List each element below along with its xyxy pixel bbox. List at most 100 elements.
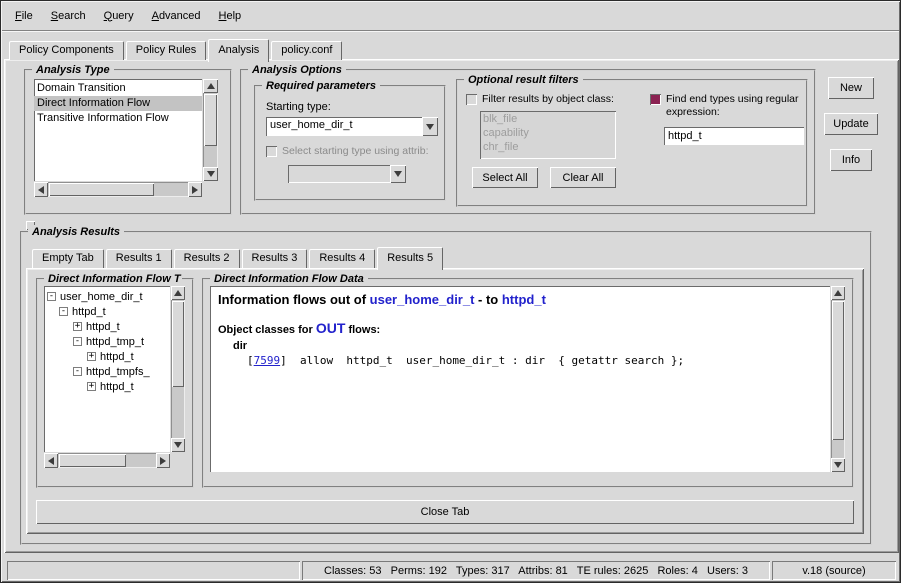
tab-analysis[interactable]: Analysis	[208, 39, 269, 62]
tree-node-label[interactable]: httpd_t	[100, 351, 134, 363]
tree-expander-icon[interactable]: +	[87, 382, 96, 391]
list-item[interactable]: Domain Transition	[34, 81, 202, 96]
scroll-thumb[interactable]	[49, 183, 154, 196]
regex-input[interactable]	[664, 127, 804, 145]
scroll-thumb[interactable]	[172, 301, 184, 387]
menu-search[interactable]: Search	[42, 7, 95, 25]
starting-type-combobox[interactable]: user_home_dir_t	[266, 117, 438, 136]
tree-node-label[interactable]: httpd_t	[100, 381, 134, 393]
flow-heading: Information flows out of user_home_dir_t…	[218, 292, 824, 307]
tree-node-label[interactable]: httpd_t	[86, 321, 120, 333]
scroll-down-icon[interactable]	[171, 438, 185, 452]
scroll-thumb[interactable]	[832, 301, 844, 440]
list-item[interactable]: Transitive Information Flow	[34, 111, 202, 126]
tab-policy-rules[interactable]: Policy Rules	[126, 41, 207, 60]
tab-empty-tab[interactable]: Empty Tab	[32, 249, 104, 268]
tree-node-label[interactable]: user_home_dir_t	[60, 291, 143, 303]
results-panel: Direct Information Flow T - user_home_di…	[26, 268, 864, 534]
tree-node[interactable]: - user_home_dir_t	[44, 289, 170, 304]
flow-tree-title: Direct Information Flow T	[44, 272, 182, 286]
scroll-down-icon[interactable]	[831, 458, 845, 472]
tab-policy-conf[interactable]: policy.conf	[271, 41, 342, 60]
analysis-type-hscrollbar[interactable]	[34, 182, 202, 197]
tree-expander-icon[interactable]: -	[73, 367, 82, 376]
attrib-checkbox-row: Select starting type using attrib:	[266, 145, 442, 158]
main-tab-bar: Policy Components Policy Rules Analysis …	[9, 37, 344, 61]
scroll-track[interactable]	[203, 93, 218, 167]
tree-node[interactable]: - httpd_t	[44, 304, 170, 319]
scroll-track[interactable]	[58, 453, 156, 468]
menu-query[interactable]: Query	[95, 7, 143, 25]
rule-text: allow httpd_t user_home_dir_t : dir { ge…	[287, 354, 684, 367]
object-class-listbox: blk_file capability chr_file	[480, 111, 616, 159]
tree-node[interactable]: + httpd_t	[44, 349, 170, 364]
tab-results-5[interactable]: Results 5	[377, 247, 443, 270]
rule-number-link[interactable]: 7599	[254, 354, 281, 367]
tab-results-2[interactable]: Results 2	[174, 249, 240, 268]
list-item-disabled: chr_file	[480, 140, 616, 154]
new-button[interactable]: New	[828, 77, 874, 99]
scroll-track[interactable]	[48, 182, 188, 197]
regex-checkbox[interactable]	[650, 94, 661, 105]
flow-data-group: Direct Information Flow Data Information…	[202, 278, 854, 488]
scroll-up-icon[interactable]	[831, 286, 845, 300]
analysis-options-group: Analysis Options Required parameters Sta…	[240, 69, 816, 215]
scroll-left-icon[interactable]	[34, 182, 48, 197]
menu-file[interactable]: File	[6, 7, 42, 25]
flow-data-textarea[interactable]: Information flows out of user_home_dir_t…	[210, 286, 830, 472]
rule-bracket-close: ]	[280, 354, 287, 367]
flow-target-type: httpd_t	[502, 292, 546, 307]
menu-separator	[2, 30, 899, 32]
tree-node-label[interactable]: httpd_t	[72, 306, 106, 318]
optional-filters-title: Optional result filters	[464, 73, 583, 87]
regex-checkbox-row: Find end types using regular expression:	[650, 93, 802, 119]
object-class-name: dir	[233, 340, 824, 352]
status-policy-stats: Classes: 53 Perms: 192 Types: 317 Attrib…	[302, 561, 770, 580]
tree-expander-icon[interactable]: -	[73, 337, 82, 346]
scroll-right-icon[interactable]	[188, 182, 202, 197]
tab-results-3[interactable]: Results 3	[242, 249, 308, 268]
flow-heading-prefix: Information flows out of	[218, 292, 370, 307]
menu-advanced[interactable]: Advanced	[143, 7, 210, 25]
scroll-up-icon[interactable]	[203, 79, 218, 93]
analysis-type-title: Analysis Type	[32, 63, 114, 77]
update-button[interactable]: Update	[824, 113, 878, 135]
analysis-type-vscrollbar[interactable]	[203, 79, 218, 181]
chevron-down-icon[interactable]	[422, 117, 438, 136]
scroll-thumb[interactable]	[204, 94, 217, 146]
tree-node[interactable]: + httpd_t	[44, 319, 170, 334]
analysis-type-listbox[interactable]: Domain Transition Direct Information Flo…	[34, 79, 202, 181]
tab-policy-components[interactable]: Policy Components	[9, 41, 124, 60]
scroll-track[interactable]	[171, 300, 185, 438]
required-parameters-group: Required parameters Starting type: user_…	[254, 85, 446, 201]
flow-tree-vscrollbar[interactable]	[171, 286, 185, 452]
tree-expander-icon[interactable]: +	[73, 322, 82, 331]
menu-help[interactable]: Help	[210, 7, 251, 25]
scroll-up-icon[interactable]	[171, 286, 185, 300]
rule-line: [7599] allow httpd_t user_home_dir_t : d…	[247, 354, 824, 367]
tree-node[interactable]: - httpd_tmp_t	[44, 334, 170, 349]
tree-node-label[interactable]: httpd_tmpfs_	[86, 366, 150, 378]
scroll-thumb[interactable]	[59, 454, 126, 467]
select-all-button[interactable]: Select All	[472, 167, 538, 188]
tree-expander-icon[interactable]: -	[47, 292, 56, 301]
flow-data-vscrollbar[interactable]	[831, 286, 845, 472]
list-item-selected[interactable]: Direct Information Flow	[34, 96, 202, 111]
scroll-track[interactable]	[831, 300, 845, 458]
scroll-down-icon[interactable]	[203, 167, 218, 181]
close-tab-button[interactable]: Close Tab	[36, 500, 854, 524]
tree-node-label[interactable]: httpd_tmp_t	[86, 336, 144, 348]
clear-all-button[interactable]: Clear All	[550, 167, 616, 188]
scroll-right-icon[interactable]	[156, 453, 170, 468]
tree-node[interactable]: - httpd_tmpfs_	[44, 364, 170, 379]
flow-tree[interactable]: - user_home_dir_t - httpd_t + httpd_t	[44, 286, 170, 452]
tree-node[interactable]: + httpd_t	[44, 379, 170, 394]
scroll-left-icon[interactable]	[44, 453, 58, 468]
tree-expander-icon[interactable]: -	[59, 307, 68, 316]
info-button[interactable]: Info	[830, 149, 872, 171]
flow-tree-hscrollbar[interactable]	[44, 453, 170, 468]
tree-expander-icon[interactable]: +	[87, 352, 96, 361]
tab-results-4[interactable]: Results 4	[309, 249, 375, 268]
filter-by-class-checkbox[interactable]	[466, 94, 477, 105]
tab-results-1[interactable]: Results 1	[106, 249, 172, 268]
